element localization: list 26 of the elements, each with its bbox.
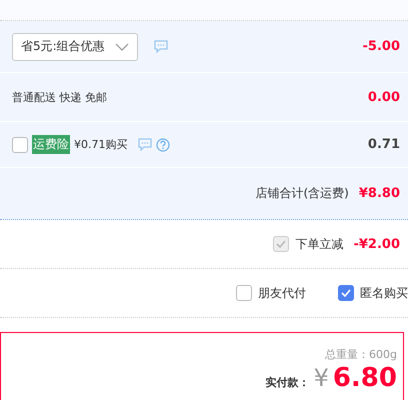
delivery-label: 普通配送 快递 免邮 <box>12 90 107 104</box>
message-icon[interactable] <box>138 138 152 151</box>
currency-sign: ¥ <box>314 364 329 392</box>
checkbox[interactable] <box>338 285 354 301</box>
option-label: 朋友代付 <box>258 284 306 302</box>
insurance-price: ¥0.71购买 <box>74 137 128 152</box>
shop-total-amount: ¥8.80 <box>358 186 400 201</box>
insurance-amount: 0.71 <box>368 137 400 152</box>
pay-label: 实付款： <box>266 375 310 390</box>
checkbox[interactable] <box>236 285 252 301</box>
help-icon[interactable] <box>156 138 170 152</box>
checkbox[interactable] <box>12 136 28 152</box>
shop-total-label: 店铺合计(含运费) <box>256 185 349 202</box>
promo-amount: -5.00 <box>362 39 400 54</box>
caret-icon <box>114 42 129 50</box>
total-weight: 总重量：600g <box>325 347 397 362</box>
discount-amount: -¥2.00 <box>353 236 400 252</box>
insurance-tag: 运费险 <box>32 135 70 154</box>
message-icon[interactable] <box>154 40 168 53</box>
delivery-amount: 0.00 <box>368 90 400 104</box>
check-icon <box>276 240 286 248</box>
check-icon <box>341 289 351 297</box>
promo-select[interactable]: 省5元:组合优惠 <box>12 32 138 60</box>
discount-label: 下单立减 <box>295 236 344 252</box>
option-label: 匿名购买 <box>360 284 408 302</box>
pay-amount: 6.80 <box>332 365 397 391</box>
